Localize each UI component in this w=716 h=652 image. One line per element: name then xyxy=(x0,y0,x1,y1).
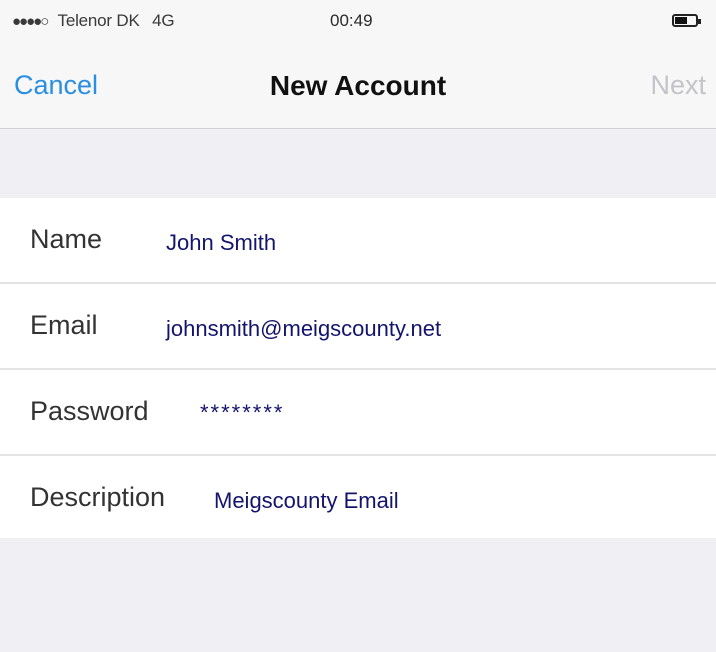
email-row[interactable]: Email johnsmith@meigscounty.net xyxy=(0,284,716,370)
password-field[interactable]: ******** xyxy=(200,400,716,426)
status-bar: ●●●●○ Telenor DK 4G 00:49 xyxy=(0,0,716,42)
description-field[interactable]: Meigscounty Email xyxy=(214,488,716,514)
description-row[interactable]: Description Meigscounty Email xyxy=(0,456,716,538)
battery-icon xyxy=(672,14,701,27)
signal-strength-icon: ●●●●○ xyxy=(12,13,49,30)
name-row[interactable]: Name John Smith xyxy=(0,198,716,284)
password-label: Password xyxy=(30,396,149,426)
page-title: New Account xyxy=(269,70,447,101)
navigation-bar: Cancel New Account Next xyxy=(0,42,716,129)
name-label: Name xyxy=(30,224,103,254)
next-button[interactable]: Next xyxy=(650,70,706,101)
battery-terminal xyxy=(698,19,701,24)
clock: 00:49 xyxy=(330,11,373,30)
account-form: Name John Smith Email johnsmith@meigscou… xyxy=(0,198,716,538)
password-row[interactable]: Password ******** xyxy=(0,370,716,456)
carrier-name: Telenor DK xyxy=(57,11,140,30)
battery-level xyxy=(675,17,688,24)
email-label: Email xyxy=(30,310,98,340)
status-left: ●●●●○ Telenor DK 4G xyxy=(12,11,175,31)
description-label: Description xyxy=(30,482,166,512)
email-field[interactable]: johnsmith@meigscounty.net xyxy=(166,316,686,342)
name-field[interactable]: John Smith xyxy=(166,230,686,256)
network-type: 4G xyxy=(152,11,175,30)
